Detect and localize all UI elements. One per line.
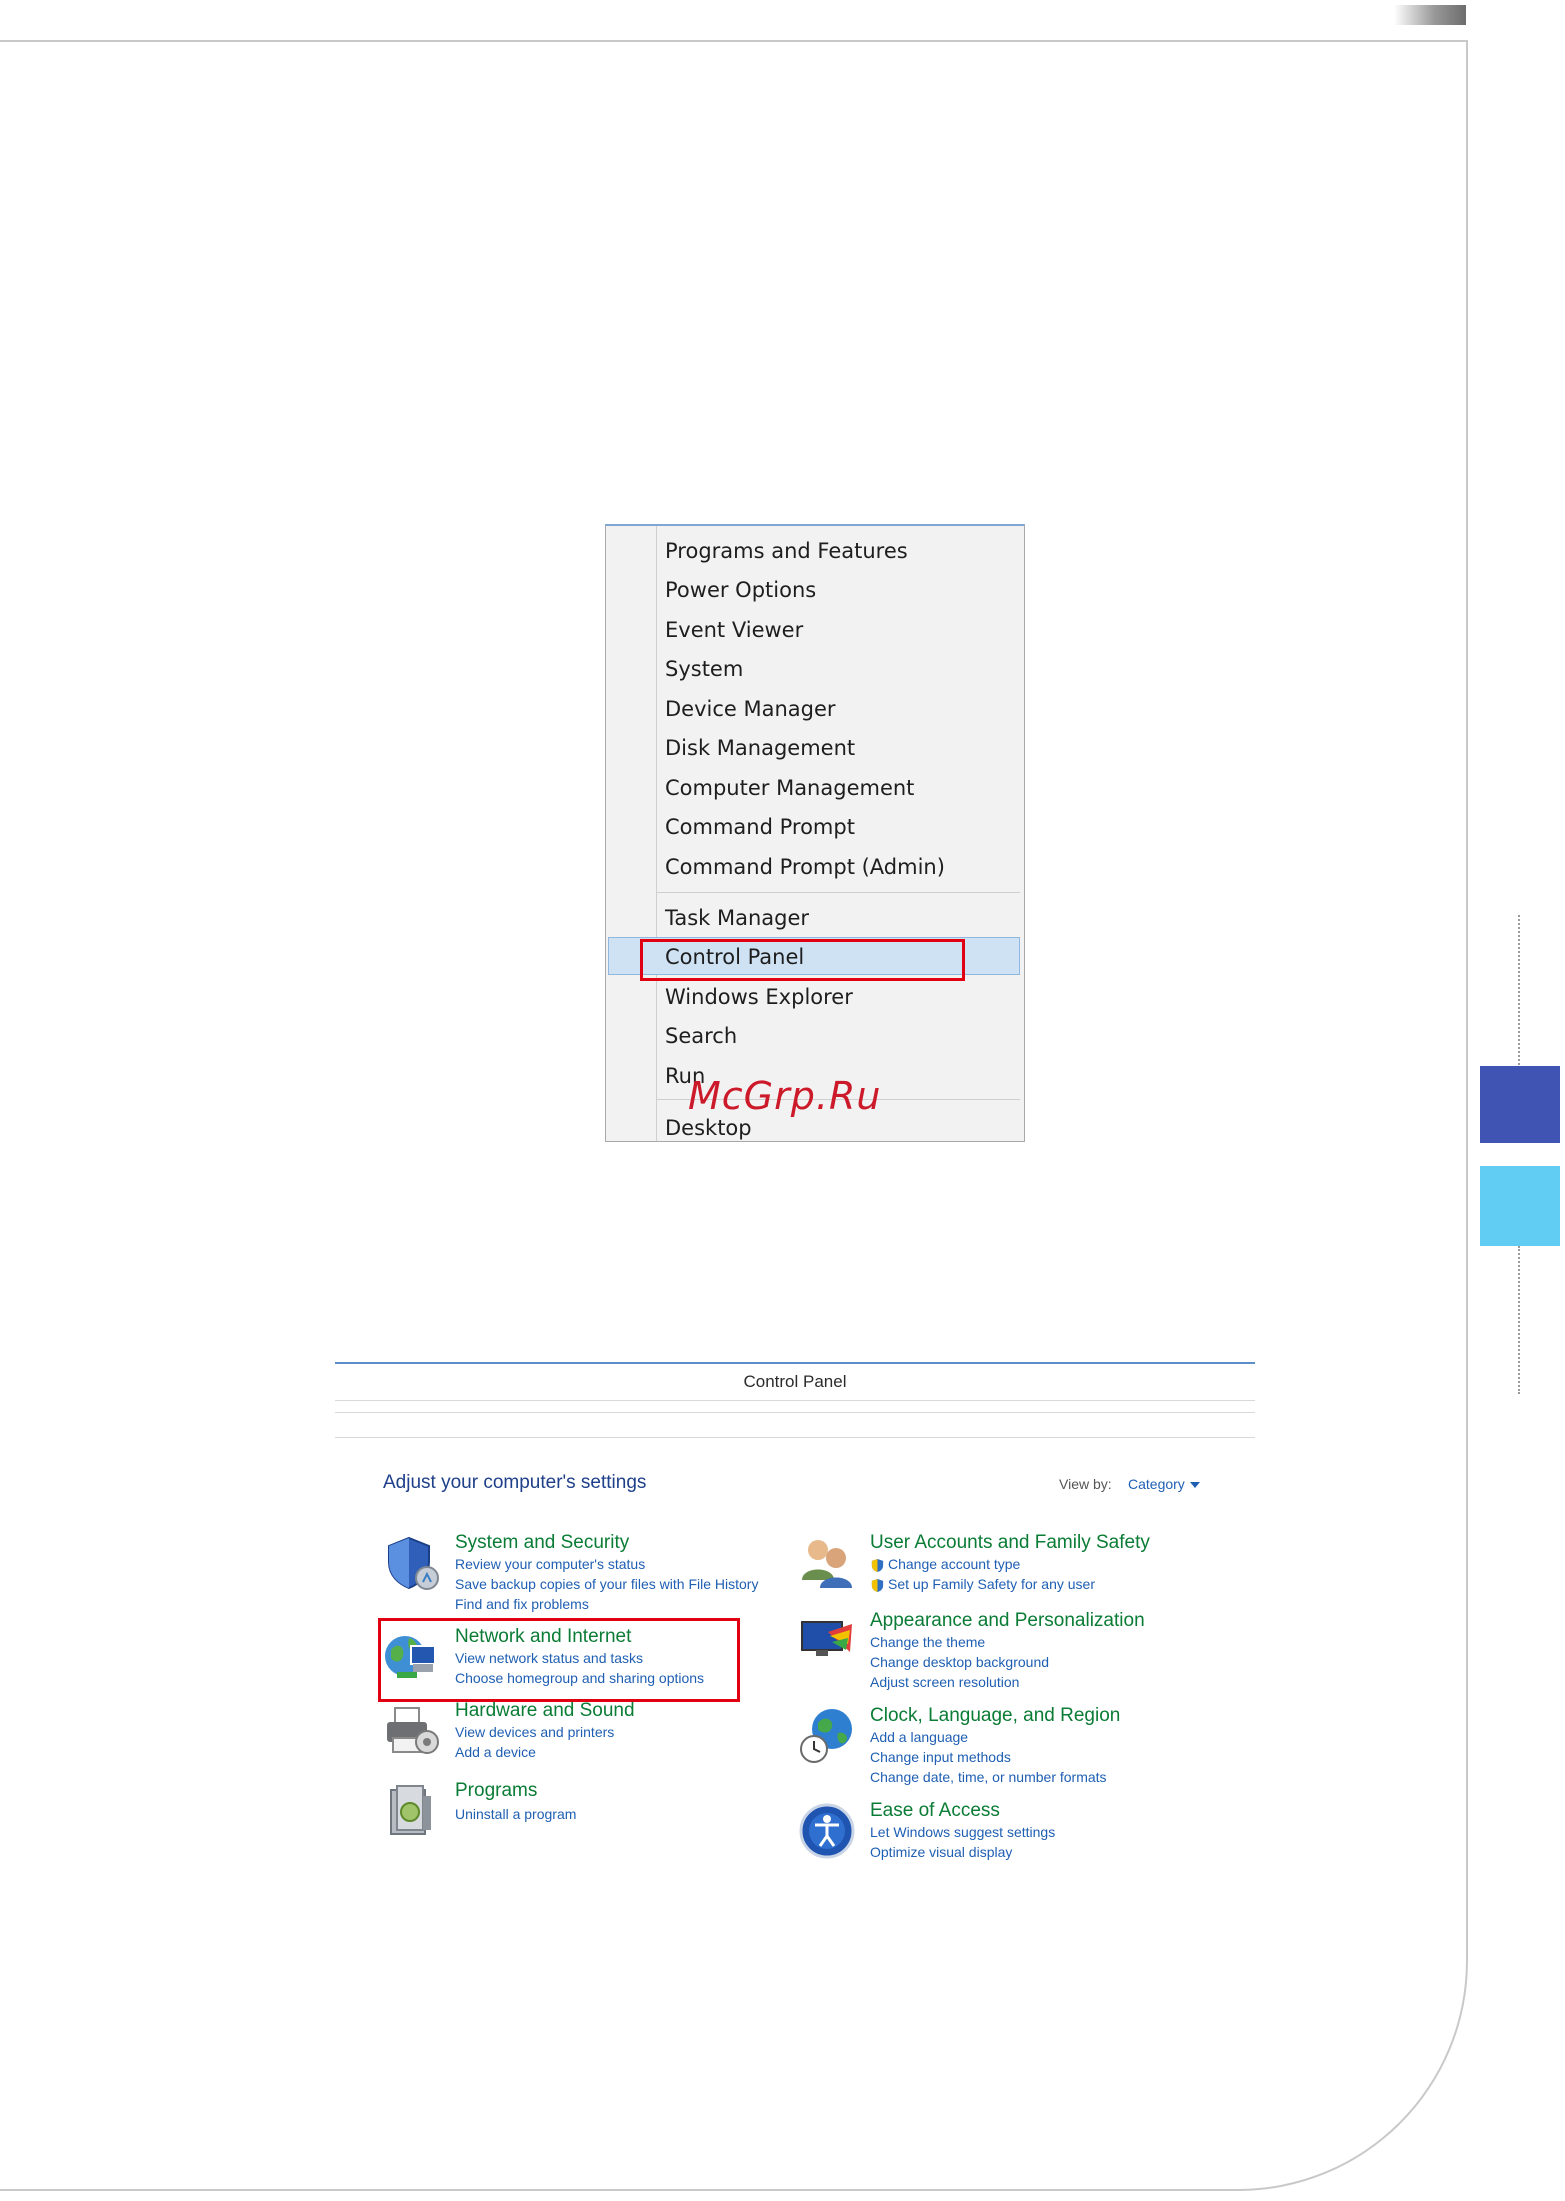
menu-item-power-options[interactable]: Power Options — [665, 571, 816, 609]
category-ease-of-access: Ease of Access Let Windows suggest setti… — [798, 1800, 1198, 1860]
divider — [335, 1400, 1255, 1401]
menu-item-disk-management[interactable]: Disk Management — [665, 729, 855, 767]
printer-icon — [387, 1707, 439, 1754]
category-link[interactable]: Change date, time, or number formats — [870, 1769, 1107, 1785]
category-link[interactable]: Change desktop background — [870, 1654, 1049, 1670]
page-heading: Adjust your computer's settings — [383, 1472, 647, 1493]
category-system-and-security: System and Security Review your computer… — [383, 1532, 763, 1612]
menu-item-windows-explorer[interactable]: Windows Explorer — [665, 978, 853, 1016]
window-title: Control Panel — [743, 1372, 847, 1391]
menu-item-computer-management[interactable]: Computer Management — [665, 769, 914, 807]
category-link[interactable]: Save backup copies of your files with Fi… — [455, 1576, 758, 1592]
corner-tab — [1394, 5, 1466, 25]
category-user-accounts: User Accounts and Family Safety Change a… — [798, 1532, 1198, 1593]
category-link[interactable]: Add a language — [870, 1729, 968, 1745]
view-by-label: View by: — [1059, 1476, 1112, 1492]
side-tab-dark — [1480, 1066, 1560, 1143]
side-dotted-line — [1518, 1246, 1520, 1394]
category-title[interactable]: Ease of Access — [870, 1800, 1000, 1822]
menu-item-system[interactable]: System — [665, 650, 743, 688]
programs-icon — [390, 1785, 431, 1835]
side-tab-light — [1480, 1166, 1560, 1246]
category-title[interactable]: System and Security — [455, 1532, 629, 1554]
category-hardware-and-sound: Hardware and Sound View devices and prin… — [383, 1700, 743, 1760]
ease-of-access-icon — [799, 1803, 855, 1859]
category-title[interactable]: Hardware and Sound — [455, 1700, 635, 1722]
network-and-internet-callout-box — [378, 1618, 740, 1702]
menu-item-command-prompt-admin[interactable]: Command Prompt (Admin) — [665, 848, 945, 886]
category-link[interactable]: Change account type — [888, 1556, 1020, 1572]
chevron-down-icon[interactable] — [1190, 1482, 1200, 1488]
category-link[interactable]: Set up Family Safety for any user — [888, 1576, 1095, 1592]
category-link[interactable]: Optimize visual display — [870, 1844, 1012, 1860]
view-by-dropdown[interactable]: Category — [1128, 1476, 1185, 1492]
watermark: McGrp.Ru — [688, 1074, 882, 1118]
side-dotted-line — [1518, 915, 1520, 1065]
menu-item-device-manager[interactable]: Device Manager — [665, 690, 836, 728]
category-link[interactable]: Let Windows suggest settings — [870, 1824, 1055, 1840]
divider — [335, 1412, 1255, 1413]
category-link[interactable]: Review your computer's status — [455, 1556, 645, 1572]
category-programs: Programs Uninstall a program — [383, 1780, 743, 1840]
clock-globe-icon — [800, 1709, 852, 1763]
users-icon — [802, 1540, 852, 1588]
category-link[interactable]: Change input methods — [870, 1749, 1011, 1765]
menu-item-search[interactable]: Search — [665, 1017, 737, 1055]
uac-shield-icon — [871, 1558, 884, 1573]
control-panel-window: Control Panel Adjust your computer's set… — [335, 1360, 1255, 1860]
category-link[interactable]: View devices and printers — [455, 1724, 614, 1740]
category-link[interactable]: Find and fix problems — [455, 1596, 589, 1612]
category-link[interactable]: Adjust screen resolution — [870, 1674, 1019, 1690]
uac-shield-icon — [871, 1578, 884, 1593]
category-title[interactable]: Programs — [455, 1780, 537, 1802]
menu-separator — [657, 892, 1020, 893]
category-title[interactable]: Appearance and Personalization — [870, 1610, 1145, 1632]
category-link[interactable]: Change the theme — [870, 1634, 985, 1650]
category-title[interactable]: Clock, Language, and Region — [870, 1705, 1120, 1727]
category-link[interactable]: Add a device — [455, 1744, 536, 1760]
category-link[interactable]: Uninstall a program — [455, 1806, 576, 1822]
quick-link-menu: Programs and Features Power Options Even… — [605, 524, 1025, 1142]
menu-item-programs-and-features[interactable]: Programs and Features — [665, 532, 908, 570]
monitor-paint-icon — [801, 1621, 852, 1656]
menu-item-command-prompt[interactable]: Command Prompt — [665, 808, 855, 846]
menu-gutter — [656, 526, 657, 1141]
divider — [335, 1437, 1255, 1438]
control-panel-callout-box — [640, 939, 965, 981]
shield-icon — [388, 1536, 439, 1590]
menu-item-task-manager[interactable]: Task Manager — [665, 899, 809, 937]
title-bar-line — [335, 1362, 1255, 1364]
category-appearance: Appearance and Personalization Change th… — [798, 1610, 1198, 1690]
menu-item-event-viewer[interactable]: Event Viewer — [665, 611, 803, 649]
category-title[interactable]: User Accounts and Family Safety — [870, 1532, 1150, 1554]
category-clock-language-region: Clock, Language, and Region Add a langua… — [798, 1705, 1198, 1785]
